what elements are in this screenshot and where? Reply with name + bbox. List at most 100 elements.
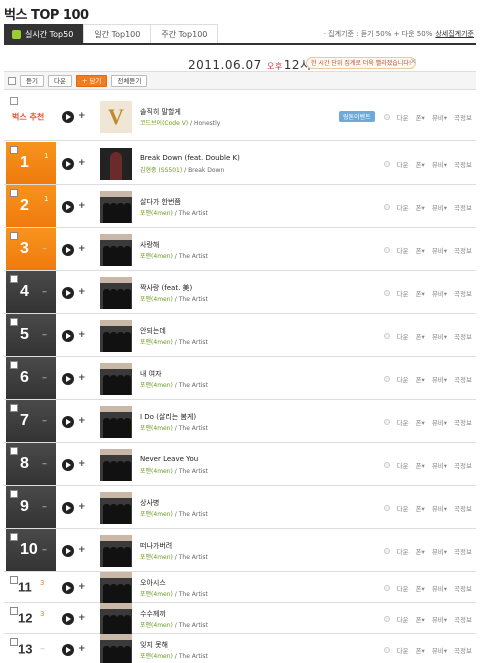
- album-name[interactable]: The Artist: [179, 468, 208, 475]
- song-title[interactable]: 솔직히 말할게: [140, 107, 181, 117]
- music-video-link[interactable]: 뮤비▾: [432, 583, 447, 593]
- album-art[interactable]: [100, 534, 132, 567]
- music-video-link[interactable]: 뮤비▾: [432, 374, 447, 384]
- song-title[interactable]: 살다가 한번쯤: [140, 197, 181, 207]
- select-dot-icon[interactable]: [383, 332, 390, 339]
- all-listen-button[interactable]: 전체듣기: [111, 74, 148, 87]
- ring-link[interactable]: 폰▾: [416, 583, 425, 593]
- download-link[interactable]: 다운: [397, 202, 409, 212]
- artist-name[interactable]: 포맨(4men): [140, 653, 173, 660]
- row-checkbox[interactable]: [10, 638, 18, 646]
- music-video-link[interactable]: 뮤비▾: [432, 614, 447, 624]
- select-dot-icon[interactable]: [383, 504, 390, 511]
- song-info-link[interactable]: 곡정보: [454, 245, 472, 255]
- song-info-link[interactable]: 곡정보: [454, 112, 472, 122]
- add-to-playlist-button[interactable]: +: [78, 111, 86, 121]
- artist-name[interactable]: 포맨(4men): [140, 622, 173, 629]
- add-button[interactable]: + 담기: [75, 74, 108, 87]
- ring-link[interactable]: 폰▾: [416, 503, 425, 513]
- song-info-link[interactable]: 곡정보: [454, 583, 472, 593]
- song-title[interactable]: 사랑해: [140, 240, 159, 250]
- song-info-link[interactable]: 곡정보: [454, 645, 472, 655]
- music-video-link[interactable]: 뮤비▾: [432, 159, 447, 169]
- album-name[interactable]: The Artist: [179, 622, 208, 629]
- album-name[interactable]: The Artist: [179, 253, 208, 260]
- song-title[interactable]: 안되는데: [140, 326, 166, 336]
- download-link[interactable]: 다운: [397, 546, 409, 556]
- music-video-link[interactable]: 뮤비▾: [432, 503, 447, 513]
- ring-link[interactable]: 폰▾: [416, 331, 425, 341]
- select-dot-icon[interactable]: [383, 246, 390, 253]
- play-button[interactable]: [62, 200, 74, 213]
- row-checkbox[interactable]: [10, 275, 18, 283]
- artist-name[interactable]: 포맨(4men): [140, 339, 173, 346]
- song-title[interactable]: Never Leave You: [140, 455, 198, 463]
- tab-realtime-top50[interactable]: 실시간 Top50: [4, 24, 85, 44]
- artist-name[interactable]: 포맨(4men): [140, 425, 173, 432]
- play-button[interactable]: [62, 329, 74, 342]
- song-info-link[interactable]: 곡정보: [454, 546, 472, 556]
- album-art[interactable]: [100, 233, 132, 266]
- download-link[interactable]: 다운: [397, 159, 409, 169]
- album-name[interactable]: Honestly: [194, 120, 220, 127]
- select-dot-icon[interactable]: [383, 547, 390, 554]
- add-to-playlist-button[interactable]: +: [78, 582, 86, 592]
- song-info-link[interactable]: 곡정보: [454, 503, 472, 513]
- album-name[interactable]: The Artist: [179, 382, 208, 389]
- song-title[interactable]: 잊지 못해: [140, 640, 168, 650]
- play-button[interactable]: [62, 501, 74, 514]
- music-video-link[interactable]: 뮤비▾: [432, 546, 447, 556]
- artist-name[interactable]: 김현중 (SS501): [140, 167, 182, 174]
- ring-link[interactable]: 폰▾: [416, 374, 425, 384]
- song-info-link[interactable]: 곡정보: [454, 331, 472, 341]
- criteria-detail-link[interactable]: 상세집계기준: [435, 29, 474, 39]
- add-to-playlist-button[interactable]: +: [78, 287, 86, 297]
- select-dot-icon[interactable]: [383, 615, 390, 622]
- ring-link[interactable]: 폰▾: [416, 112, 425, 122]
- album-art[interactable]: [100, 491, 132, 524]
- album-name[interactable]: The Artist: [179, 425, 208, 432]
- play-button[interactable]: [62, 157, 74, 170]
- album-art[interactable]: [100, 571, 132, 604]
- row-checkbox[interactable]: [10, 576, 18, 584]
- music-video-link[interactable]: 뮤비▾: [432, 460, 447, 470]
- select-dot-icon[interactable]: [383, 113, 390, 120]
- album-name[interactable]: Break Down: [188, 167, 224, 174]
- download-link[interactable]: 다운: [397, 112, 409, 122]
- download-link[interactable]: 다운: [397, 288, 409, 298]
- album-name[interactable]: The Artist: [179, 511, 208, 518]
- play-button[interactable]: [62, 544, 74, 557]
- row-checkbox[interactable]: [10, 607, 18, 615]
- song-title[interactable]: 내 여자: [140, 369, 162, 379]
- add-to-playlist-button[interactable]: +: [78, 502, 86, 512]
- play-button[interactable]: [62, 243, 74, 256]
- album-name[interactable]: The Artist: [179, 296, 208, 303]
- song-info-link[interactable]: 곡정보: [454, 288, 472, 298]
- album-art[interactable]: [100, 362, 132, 395]
- row-checkbox[interactable]: [10, 361, 18, 369]
- artist-name[interactable]: 포맨(4men): [140, 511, 173, 518]
- song-title[interactable]: 짝사랑 (feat. 美): [140, 283, 192, 293]
- add-to-playlist-button[interactable]: +: [78, 201, 86, 211]
- add-to-playlist-button[interactable]: +: [78, 613, 86, 623]
- song-info-link[interactable]: 곡정보: [454, 374, 472, 384]
- song-title[interactable]: 떠나가버려: [140, 541, 172, 551]
- artist-name[interactable]: 포맨(4men): [140, 468, 173, 475]
- ring-link[interactable]: 폰▾: [416, 288, 425, 298]
- close-icon[interactable]: ✕: [410, 57, 417, 66]
- add-to-playlist-button[interactable]: +: [78, 330, 86, 340]
- artist-name[interactable]: 포맨(4men): [140, 296, 173, 303]
- download-link[interactable]: 다운: [397, 583, 409, 593]
- download-link[interactable]: 다운: [397, 245, 409, 255]
- listen-button[interactable]: 듣기: [20, 74, 44, 87]
- ring-link[interactable]: 폰▾: [416, 245, 425, 255]
- play-button[interactable]: [62, 581, 74, 594]
- play-button[interactable]: [62, 612, 74, 625]
- artist-name[interactable]: 포맨(4men): [140, 253, 173, 260]
- play-button[interactable]: [62, 286, 74, 299]
- artist-name[interactable]: 포맨(4men): [140, 382, 173, 389]
- select-all-checkbox[interactable]: [8, 76, 16, 85]
- row-checkbox[interactable]: [10, 533, 18, 541]
- row-checkbox[interactable]: [10, 189, 18, 197]
- ringtone-event-button[interactable]: 링톤이벤트: [338, 111, 375, 122]
